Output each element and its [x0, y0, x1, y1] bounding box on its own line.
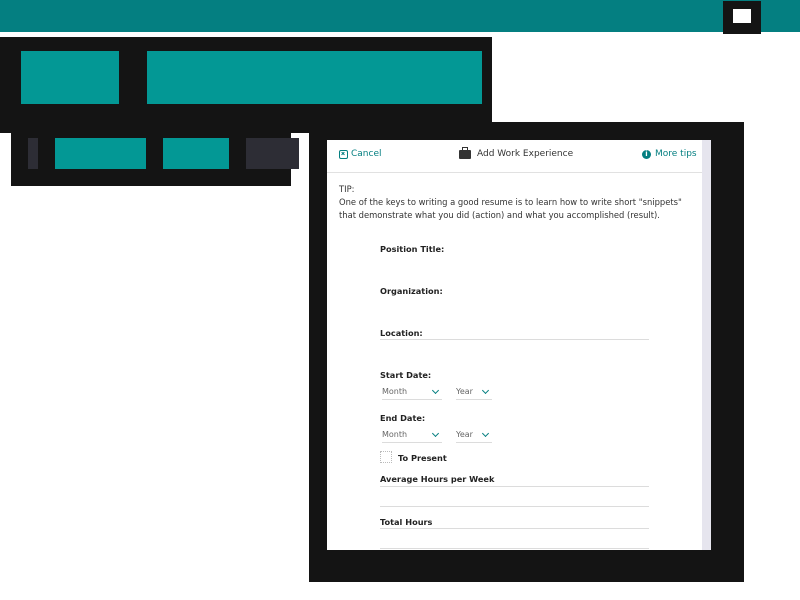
modal-scrollbar[interactable] — [702, 140, 711, 550]
background-tab-1[interactable] — [55, 138, 146, 169]
background-tab-2[interactable] — [163, 138, 229, 169]
briefcase-icon — [459, 146, 471, 159]
modal-header: Cancel Add Work Experience i More tips — [327, 140, 702, 173]
cancel-button[interactable]: Cancel — [339, 149, 382, 159]
chevron-down-icon — [431, 386, 440, 395]
background-logo-block — [21, 51, 119, 104]
end-date-label: End Date: — [380, 413, 426, 423]
to-present-label: To Present — [398, 453, 447, 463]
more-tips-button[interactable]: i More tips — [642, 149, 697, 159]
start-year-value: Year — [456, 387, 473, 396]
average-hours-divider — [380, 486, 649, 487]
background-tab-3[interactable] — [246, 138, 299, 169]
top-bar-button[interactable] — [723, 1, 761, 34]
background-tab-0[interactable] — [28, 138, 38, 169]
average-hours-input[interactable] — [380, 506, 649, 507]
modal-title: Add Work Experience — [459, 146, 574, 159]
organization-label: Organization: — [380, 286, 443, 296]
modal-title-text: Add Work Experience — [477, 149, 574, 159]
end-month-value: Month — [382, 430, 408, 439]
end-year-select[interactable]: Year — [456, 429, 492, 443]
info-circle-icon: i — [642, 149, 651, 159]
end-year-value: Year — [456, 430, 473, 439]
close-square-icon — [339, 149, 348, 159]
average-hours-label: Average Hours per Week — [380, 474, 495, 484]
tip-text: TIP: One of the keys to writing a good r… — [339, 184, 682, 220]
location-input[interactable] — [380, 339, 649, 340]
more-tips-label: More tips — [655, 149, 697, 159]
to-present-checkbox[interactable] — [380, 451, 392, 463]
cancel-label: Cancel — [351, 149, 382, 159]
chevron-down-icon — [481, 429, 490, 438]
add-work-experience-modal: Cancel Add Work Experience i More tips T… — [327, 140, 711, 550]
location-label: Location: — [380, 328, 423, 338]
position-title-label: Position Title: — [380, 244, 445, 254]
top-bar-button-icon — [733, 9, 751, 23]
chevron-down-icon — [431, 429, 440, 438]
start-month-select[interactable]: Month — [382, 386, 442, 400]
end-month-select[interactable]: Month — [382, 429, 442, 443]
start-year-select[interactable]: Year — [456, 386, 492, 400]
chevron-down-icon — [481, 386, 490, 395]
total-hours-divider — [380, 528, 649, 529]
top-bar — [0, 0, 800, 32]
total-hours-input[interactable] — [380, 548, 649, 549]
start-date-label: Start Date: — [380, 370, 432, 380]
start-month-value: Month — [382, 387, 408, 396]
total-hours-label: Total Hours — [380, 517, 433, 527]
position-title-input[interactable] — [380, 262, 649, 263]
background-title-block — [147, 51, 482, 104]
organization-input[interactable] — [380, 304, 649, 305]
